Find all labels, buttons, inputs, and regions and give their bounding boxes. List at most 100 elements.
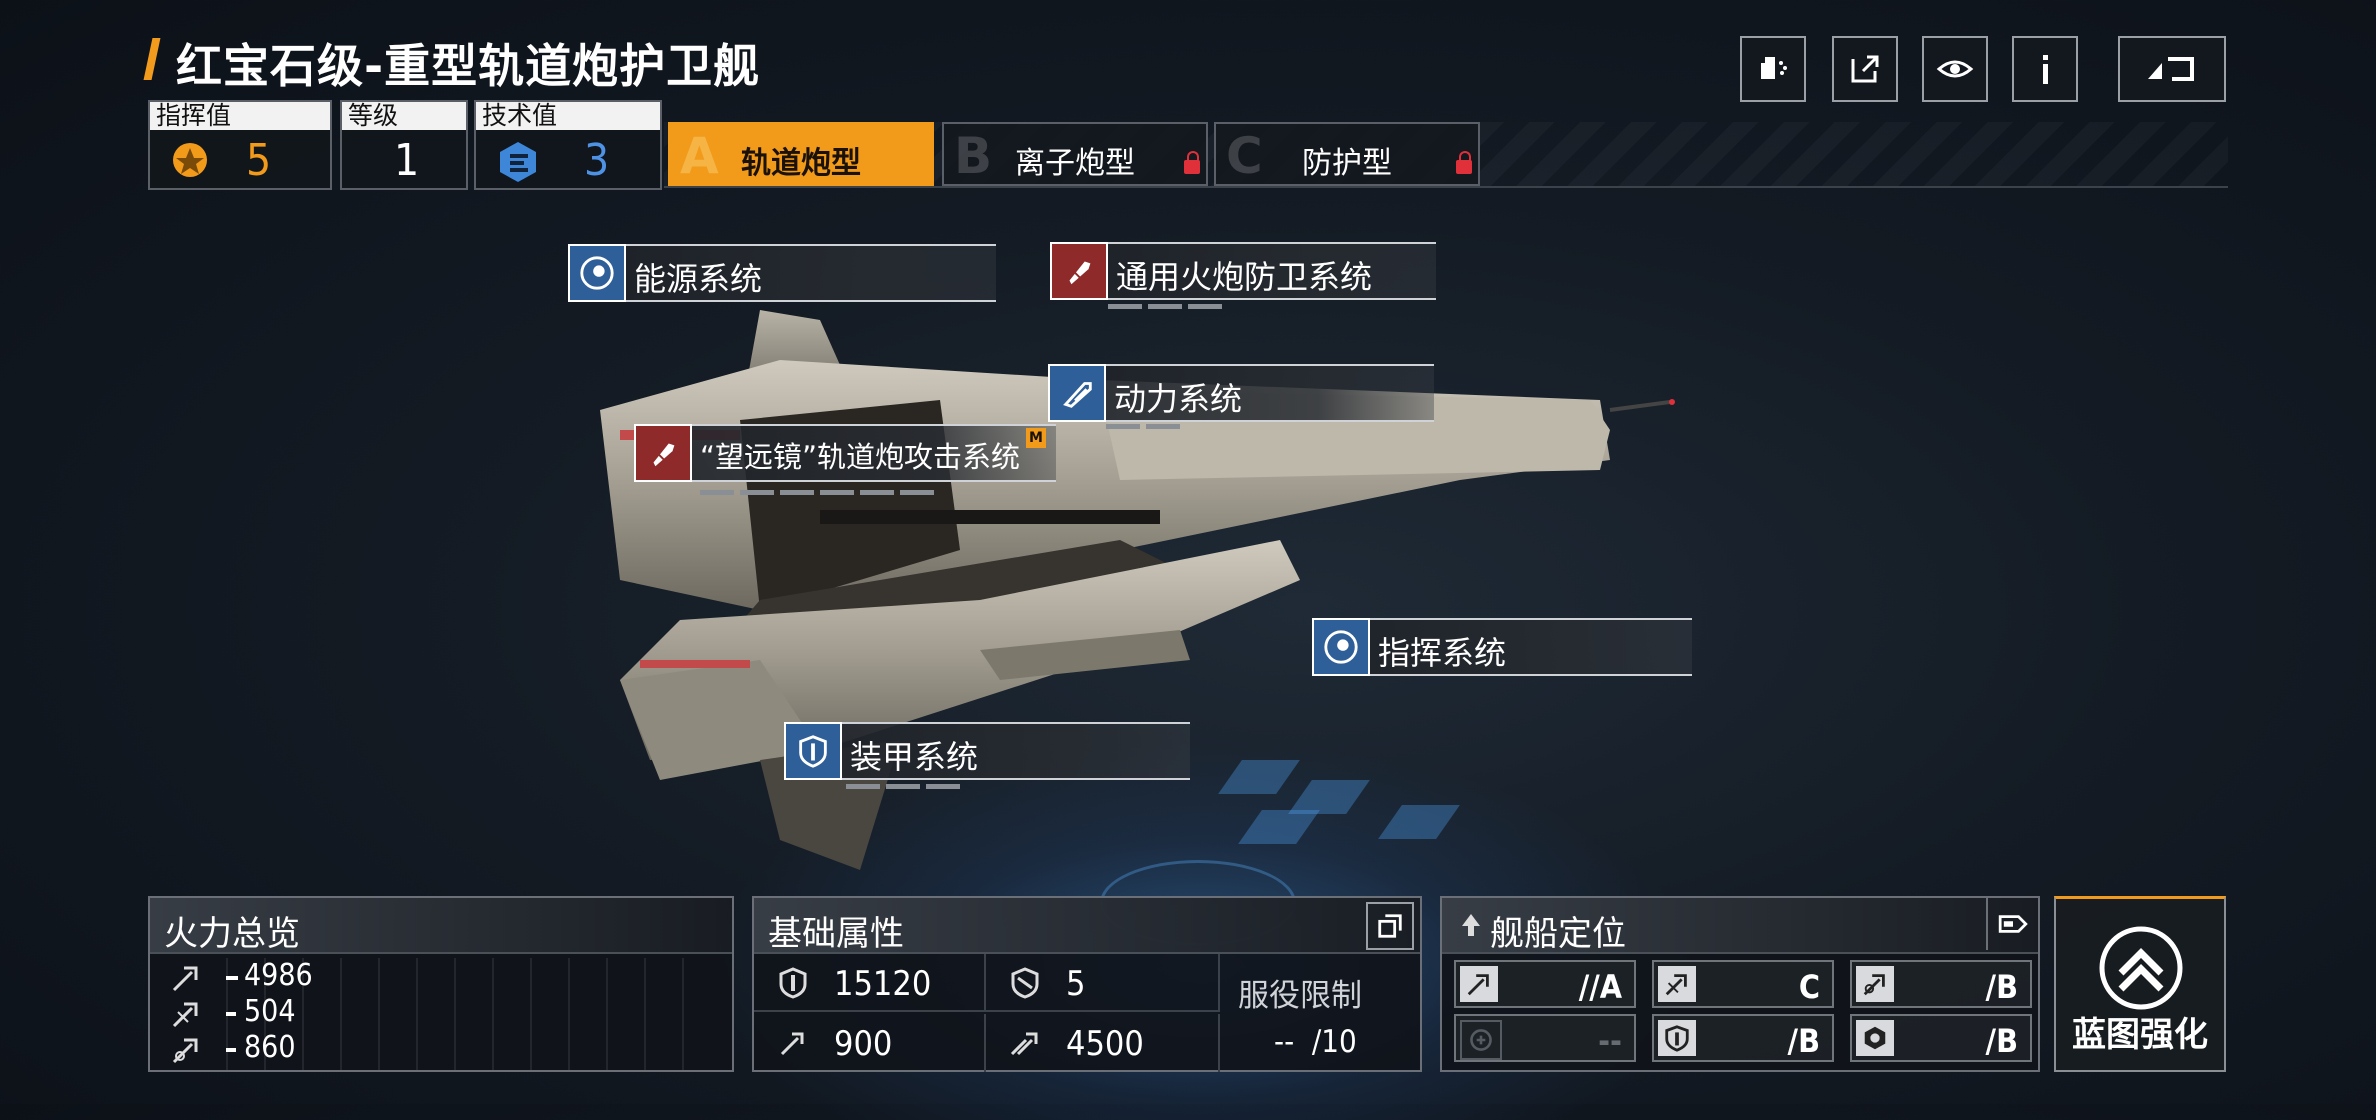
level-pip [1188,304,1222,309]
tech-value: 3 [584,135,610,186]
tag-icon [1998,915,2028,933]
role-cell-support: -- [1454,1014,1636,1062]
ship-role-icon [1462,914,1480,936]
base-attributes-panel[interactable]: 基础属性 15120 5 900 4500 服役限制 -- /10 [752,896,1422,1072]
hp-cell: 15120 [754,954,986,1012]
power-system-tag[interactable]: 动力系统 [1048,364,1434,422]
firepower-panel[interactable]: 火力总览 4986 504 860 [148,896,734,1072]
shield-icon [784,722,842,780]
tech-label: 技术值 [476,102,660,130]
firepower-value: 4986 [244,958,313,993]
level-pip [780,490,814,495]
service-limit-label: 服役限制 [1238,978,1362,1014]
warp-cell: 4500 [986,1014,1220,1072]
role-cell-anti-air: /B [1850,960,2032,1008]
firepower-value: 504 [244,994,296,1029]
aa-gun-level-pips [1108,304,1222,309]
export-icon [1851,55,1879,83]
tab-defense[interactable]: C 防护型 [1214,122,1480,186]
back-button[interactable] [2118,36,2226,102]
role-grade: //A [1578,968,1622,1006]
command-icon [173,143,207,177]
panel-header: 基础属性 [754,898,1420,954]
level-pip [820,490,854,495]
compare-button[interactable] [1366,902,1414,950]
warp-icon [1010,1032,1038,1056]
armor-system-tag[interactable]: 装甲系统 [784,722,1190,780]
tab-label: 防护型 [1302,146,1392,181]
role-cell-attack: //A [1454,960,1636,1008]
anti-ship-icon [172,966,198,992]
base-attributes-title: 基础属性 [768,914,904,954]
role-grade: /B [1985,968,2018,1006]
tab-ion-cannon[interactable]: B 离子炮型 [942,122,1208,186]
level-label: 等级 [342,102,466,130]
role-cell-anti-ship: C [1652,960,1834,1008]
info-button[interactable] [2012,36,2078,102]
back-icon [2148,57,2194,81]
speed-cell: 900 [754,1014,986,1072]
m-badge: M [1026,428,1046,448]
hp-value: 15120 [834,964,932,1004]
energy-system-label: 能源系统 [634,260,763,298]
firepower-bar [226,976,238,980]
view-button[interactable] [1922,36,1988,102]
export-button[interactable] [1832,36,1898,102]
armor-cell: 5 [986,954,1220,1012]
armor-system-label: 装甲系统 [850,738,979,776]
firepower-bar [226,1012,236,1016]
anti-air-icon [1856,966,1894,1002]
service-limit-value: -- /10 [1274,1024,1357,1060]
command-system-tag[interactable]: 指挥系统 [1312,618,1692,676]
paint-button[interactable] [1740,36,1806,102]
siege-icon [172,1038,198,1064]
ship-role-title: 舰船定位 [1490,914,1626,954]
defense-icon [1658,1020,1696,1056]
aa-gun-system-tag[interactable]: 通用火炮防卫系统 [1050,242,1436,300]
railgun-system-tag[interactable]: “望远镜”轨道炮攻击系统 [634,424,1056,482]
level-pip [846,784,880,789]
level-pip [926,784,960,789]
level-pip [1146,424,1180,429]
command-system-label: 指挥系统 [1378,634,1507,672]
ship-role-panel[interactable]: 舰船定位 //A C /B -- /B /B [1440,896,2040,1072]
role-grade: /B [1787,1022,1820,1060]
tab-railgun[interactable]: A 轨道炮型 [668,122,934,186]
hp-shield-icon [779,967,807,999]
railgun-system-label: “望远镜”轨道炮攻击系统 [700,440,1021,474]
paint-spray-icon [1761,57,1787,79]
survival-icon [1856,1020,1894,1056]
tech-stat: 技术值 3 [474,100,662,190]
copy-icon [1378,914,1402,938]
tab-label: 轨道炮型 [741,146,861,181]
armor-value: 5 [1066,964,1086,1004]
upgrade-label: 蓝图强化 [2072,1015,2208,1055]
bullet-icon [1050,242,1108,300]
level-pip [1108,304,1142,309]
view-eye-icon [1936,60,1974,78]
firepower-value: 860 [244,1030,296,1065]
role-detail-button[interactable] [1986,898,2038,950]
level-pip [1148,304,1182,309]
role-cell-defense: /B [1652,1014,1834,1062]
speed-icon [780,1032,804,1056]
armor-icon [1011,967,1039,999]
tab-label: 离子炮型 [1015,146,1135,181]
info-icon [2043,55,2048,84]
speed-value: 900 [834,1024,893,1064]
role-grade: /B [1985,1022,2018,1060]
aa-gun-system-label: 通用火炮防卫系统 [1116,258,1373,296]
role-cell-survival: /B [1850,1014,2032,1062]
firepower-title: 火力总览 [164,914,300,954]
level-pip [900,490,934,495]
level-stat: 等级 1 [340,100,468,190]
blueprint-upgrade-button[interactable]: 蓝图强化 [2054,896,2226,1072]
role-grade: C [1798,968,1820,1006]
upgrade-chevron-icon [2099,926,2183,1010]
power-system-label: 动力系统 [1114,380,1243,418]
command-value: 5 [246,135,272,186]
command-label: 指挥值 [150,102,330,130]
command-target-icon [1312,618,1370,676]
energy-system-tag[interactable]: 能源系统 [568,244,996,302]
level-pip [700,490,734,495]
